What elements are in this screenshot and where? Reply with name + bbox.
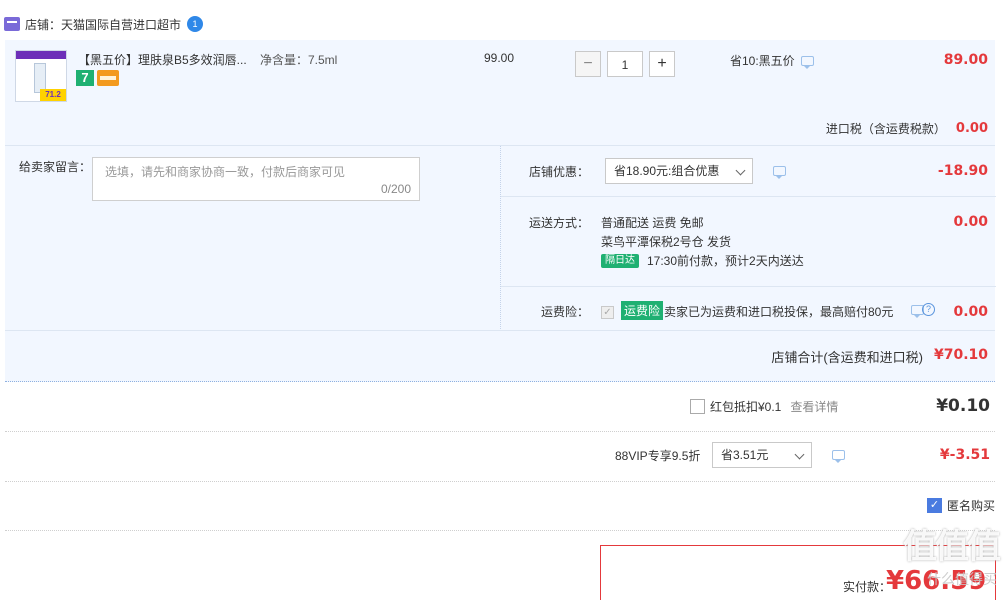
import-tax-row: 进口税（含运费税款） 0.00 <box>826 120 988 137</box>
payment-label: 实付款： <box>843 580 892 594</box>
shipping-label: 运送方式： <box>529 216 590 230</box>
order-options-panel: 店铺优惠： 省18.90元:组合优惠 -18.90 运送方式： 普通配送 运费 … <box>500 146 996 329</box>
next-day-tag: 隔日达 <box>601 253 639 268</box>
anonymous-purchase: ✓ 匿名购买 <box>926 497 995 514</box>
red-packet-label: 红包抵扣¥0.1 <box>710 400 782 414</box>
quantity-input[interactable]: 1 <box>607 51 643 77</box>
product-spec: 净含量：7.5ml <box>260 53 338 67</box>
divider <box>5 431 995 432</box>
shipping-eta: 隔日达 17:30前付款，预计2天内送达 <box>601 252 804 269</box>
vip-comment-icon[interactable] <box>832 450 845 463</box>
promo-comment-icon[interactable] <box>800 55 814 69</box>
help-icon[interactable]: ? <box>922 303 935 316</box>
product-thumbnail[interactable]: 71.2 <box>15 50 67 102</box>
watermark-logo: 值值值 <box>903 528 1001 566</box>
unit-price: 99.00 <box>484 51 515 65</box>
quantity-stepper: − 1 + <box>575 51 675 77</box>
red-packet-value: ¥0.10 <box>936 396 990 416</box>
seller-message-input[interactable]: 选填，请先和商家协商一致，付款后商家可见 0/200 <box>92 157 420 201</box>
shop-discount-value: -18.90 <box>937 163 988 179</box>
item-total: 89.00 <box>943 52 988 68</box>
divider <box>5 530 995 531</box>
credit-card-icon <box>97 70 119 86</box>
item-promo: 省10:黑五价 <box>730 52 814 69</box>
watermark-subtitle: 什么值得买 <box>927 571 997 587</box>
seller-message-count: 0/200 <box>380 182 411 196</box>
insurance-checkbox[interactable]: ✓ <box>601 306 614 319</box>
shop-total-row: 店铺合计(含运费和进口税) ¥70.10 <box>5 330 995 381</box>
import-tax-label: 进口税（含运费税款） <box>825 122 946 136</box>
anonymous-checkbox[interactable]: ✓ <box>926 498 942 513</box>
divider <box>501 286 996 287</box>
seller-message-label: 给卖家留言： <box>19 160 92 174</box>
red-packet-checkbox[interactable] <box>690 399 705 414</box>
discount-comment-icon[interactable] <box>773 166 786 179</box>
item-promo-text: 省10:黑五价 <box>730 54 795 68</box>
divider <box>501 196 996 197</box>
vip-discount-selected: 省3.51元 <box>721 448 769 462</box>
shipping-value: 0.00 <box>953 214 988 230</box>
shop-discount-selected: 省18.90元:组合优惠 <box>614 164 720 178</box>
quantity-decrease-button[interactable]: − <box>575 51 601 77</box>
thumb-price-tag: 71.2 <box>40 89 66 101</box>
shipping-warehouse: 菜鸟平潭保税2号仓 发货 <box>601 235 732 249</box>
vip-discount-select[interactable]: 省3.51元 <box>712 442 812 468</box>
quantity-increase-button[interactable]: + <box>649 51 675 77</box>
chevron-down-icon <box>794 449 805 460</box>
shipping-method: 普通配送 运费 免邮 <box>601 216 704 230</box>
insurance-value: 0.00 <box>953 304 988 320</box>
shop-discount-label: 店铺优惠： <box>529 165 590 179</box>
vip-discount-label: 88VIP专享9.5折 <box>615 449 701 463</box>
product-title[interactable]: 【黑五价】理肤泉B5多效润唇... <box>78 51 247 68</box>
import-tax-value: 0.00 <box>955 121 988 136</box>
vip-discount-value: ¥-3.51 <box>939 447 990 463</box>
chat-bubble-icon[interactable]: 1 <box>187 16 204 32</box>
shop-icon <box>4 17 20 31</box>
product-badges: 7 <box>76 70 119 86</box>
insurance-label: 运费险： <box>541 305 590 319</box>
seller-message-area: 给卖家留言： 选填，请先和商家协商一致，付款后商家可见 0/200 <box>5 146 500 329</box>
insurance-text: 卖家已为运费和进口税投保，最高赔付80元 <box>664 305 894 319</box>
seven-day-return-icon: 7 <box>76 70 94 86</box>
shop-name[interactable]: 店铺：天猫国际自营进口超市 <box>25 16 181 33</box>
shop-total-label: 店铺合计(含运费和进口税) <box>771 350 923 365</box>
shop-total-value: ¥70.10 <box>933 347 988 363</box>
order-block: 71.2 【黑五价】理肤泉B5多效润唇... 净含量：7.5ml 7 99.00… <box>5 40 996 382</box>
red-packet-details-link[interactable]: 查看详情 <box>790 398 838 415</box>
red-packet-row: 红包抵扣¥0.1 查看详情 <box>690 398 838 415</box>
shipping-eta-text: 17:30前付款，预计2天内送达 <box>647 254 804 268</box>
chevron-down-icon <box>735 165 746 176</box>
anonymous-label: 匿名购买 <box>946 499 995 513</box>
divider <box>5 481 995 482</box>
seller-message-placeholder: 选填，请先和商家协商一致，付款后商家可见 <box>105 165 346 179</box>
item-row: 71.2 【黑五价】理肤泉B5多效润唇... 净含量：7.5ml 7 99.00… <box>5 40 995 148</box>
shop-discount-select[interactable]: 省18.90元:组合优惠 <box>605 158 753 184</box>
insurance-tag: 运费险 <box>621 301 664 320</box>
shop-header: 店铺：天猫国际自营进口超市 1 <box>4 14 204 34</box>
